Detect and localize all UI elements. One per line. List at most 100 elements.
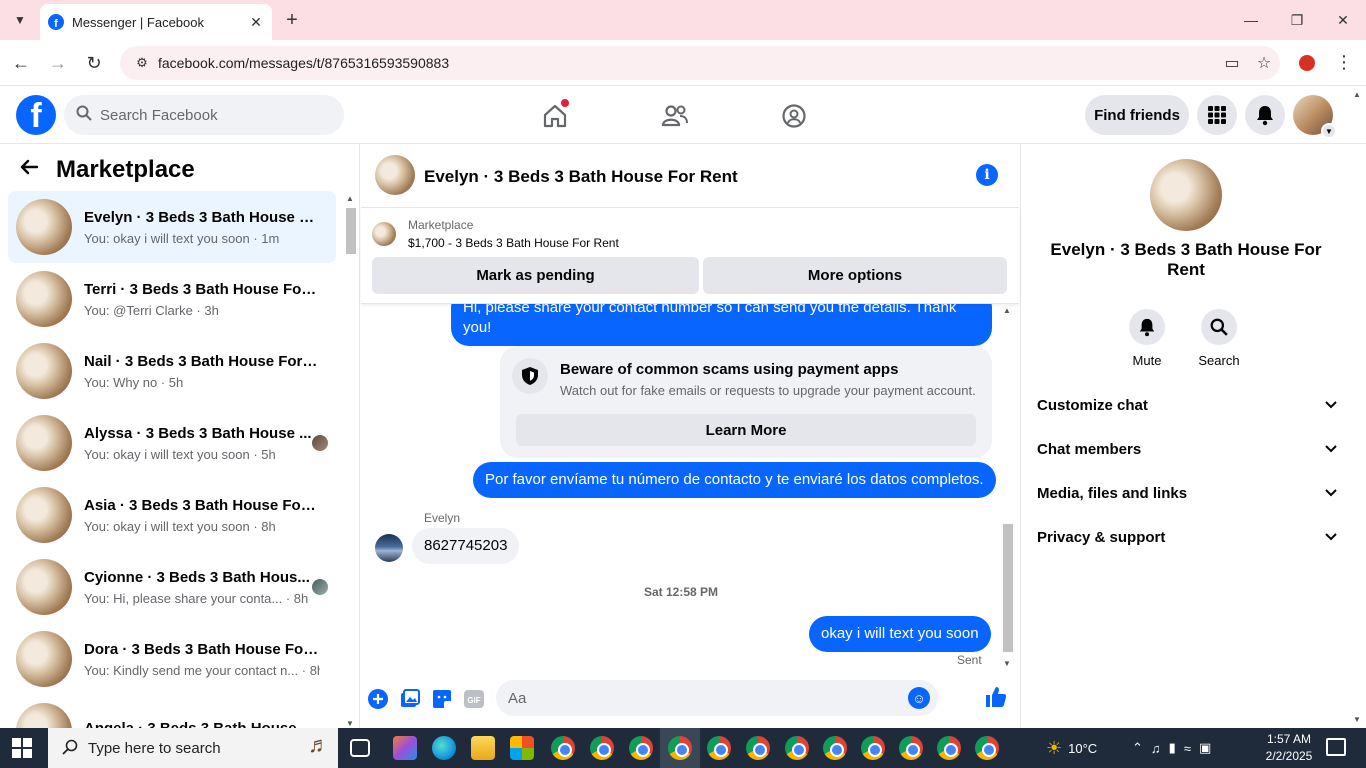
omnibox[interactable]: ⚙ facebook.com/messages/t/87653165935908… <box>120 46 1280 80</box>
chat-avatar[interactable] <box>375 155 415 195</box>
taskbar-search-input[interactable] <box>88 739 268 757</box>
microsoft-store-icon[interactable] <box>510 736 534 760</box>
emoji-icon[interactable]: ☺ <box>908 687 930 709</box>
chrome-icon[interactable] <box>668 736 692 760</box>
scroll-up-icon[interactable]: ▲ <box>1353 90 1361 99</box>
tab-close-icon[interactable]: ✕ <box>246 14 266 31</box>
customize-chat-section[interactable]: Customize chat <box>1037 391 1337 419</box>
chrome-icon[interactable] <box>746 736 770 760</box>
privacy-support-section[interactable]: Privacy & support <box>1037 523 1337 551</box>
scrollbar-thumb[interactable] <box>1003 524 1013 652</box>
conversation-item[interactable]: Nail · 3 Beds 3 Bath House For R... You: … <box>8 335 336 407</box>
conversation-item[interactable]: Terri · 3 Beds 3 Bath House For ... You: … <box>8 263 336 335</box>
page-scrollbar[interactable]: ▲ ▼ <box>1351 86 1365 726</box>
scroll-down-icon[interactable]: ▼ <box>1003 659 1011 668</box>
add-plus-icon[interactable] <box>367 688 389 710</box>
reload-icon[interactable]: ↻ <box>81 50 107 76</box>
mute-button[interactable]: Mute <box>1117 309 1177 368</box>
chrome-icon[interactable] <box>861 736 885 760</box>
conversation-item[interactable]: Alyssa · 3 Beds 3 Bath House ... You: oka… <box>8 407 336 479</box>
chat-members-section[interactable]: Chat members <box>1037 435 1337 463</box>
listing-thumbnail[interactable] <box>372 222 396 246</box>
conversation-list-scrollbar[interactable]: ▲ ▼ <box>344 194 358 728</box>
scroll-down-icon[interactable]: ▼ <box>1353 715 1361 724</box>
chrome-icon[interactable] <box>975 736 999 760</box>
wifi-icon[interactable]: ≈ <box>1184 741 1199 756</box>
conversation-item[interactable]: Asia · 3 Beds 3 Bath House For ... You: o… <box>8 479 336 551</box>
search-in-conversation-button[interactable]: Search <box>1189 309 1249 368</box>
copilot-icon[interactable] <box>393 736 417 760</box>
back-arrow-icon[interactable] <box>20 158 39 181</box>
message-input[interactable] <box>508 689 888 707</box>
sender-avatar[interactable] <box>375 534 403 562</box>
new-tab-icon[interactable]: + <box>280 8 304 32</box>
chrome-icon[interactable] <box>551 736 575 760</box>
menu-grid-icon[interactable] <box>1197 95 1237 135</box>
forward-arrow-icon[interactable]: → <box>45 50 71 76</box>
outgoing-message[interactable]: Por favor envíame tu número de contacto … <box>473 462 996 498</box>
chrome-icon[interactable] <box>785 736 809 760</box>
window-close-icon[interactable]: ✕ <box>1320 8 1366 32</box>
message-input-box[interactable]: ☺ <box>496 680 938 716</box>
bookmark-star-icon[interactable]: ☆ <box>1248 53 1280 73</box>
browser-profile-icon[interactable] <box>1296 52 1318 74</box>
chrome-icon[interactable] <box>899 736 923 760</box>
groups-icon[interactable] <box>778 101 810 131</box>
restore-icon[interactable]: ❐ <box>1274 8 1320 32</box>
friends-icon[interactable] <box>659 101 691 131</box>
home-icon[interactable] <box>539 99 571 131</box>
conversation-item[interactable]: Dora · 3 Beds 3 Bath House For ... You: K… <box>8 623 336 695</box>
edge-browser-icon[interactable] <box>432 736 456 760</box>
scroll-down-icon[interactable]: ▼ <box>346 719 354 728</box>
find-friends-button[interactable]: Find friends <box>1085 95 1189 135</box>
photo-icon[interactable] <box>399 688 421 710</box>
chrome-icon[interactable] <box>590 736 614 760</box>
chrome-icon[interactable] <box>937 736 961 760</box>
back-arrow-icon[interactable]: ← <box>8 50 34 76</box>
site-info-icon[interactable]: ⚙ <box>128 55 156 71</box>
install-app-icon[interactable]: ▭ <box>1216 53 1248 73</box>
browser-menu-icon[interactable]: ⋮ <box>1334 52 1354 73</box>
account-avatar[interactable]: ▼ <box>1293 95 1337 139</box>
media-files-links-section[interactable]: Media, files and links <box>1037 479 1337 507</box>
gif-icon[interactable]: GIF <box>463 688 485 710</box>
conversation-item[interactable]: Cyionne · 3 Beds 3 Bath Hous... You: Hi, … <box>8 551 336 623</box>
chrome-icon[interactable] <box>823 736 847 760</box>
notifications-bell-icon[interactable] <box>1245 95 1285 135</box>
minimize-icon[interactable]: — <box>1228 8 1274 32</box>
more-options-button[interactable]: More options <box>703 257 1007 294</box>
scroll-up-icon[interactable]: ▲ <box>1003 306 1011 315</box>
facebook-search-input[interactable] <box>100 106 320 124</box>
volume-icon[interactable]: ♫ <box>1151 741 1169 756</box>
task-view-icon[interactable] <box>350 739 370 757</box>
outgoing-message[interactable]: Hi, please share your contact number so … <box>451 304 992 346</box>
tab-search-chevron-icon[interactable]: ▼ <box>8 8 32 32</box>
chevron-up-icon[interactable]: ⌃ <box>1132 740 1151 756</box>
chrome-icon[interactable] <box>707 736 731 760</box>
battery-icon[interactable]: ▮ <box>1169 740 1184 756</box>
taskbar-search-box[interactable]: ♬ <box>48 728 338 768</box>
conversation-item[interactable]: Evelyn · 3 Beds 3 Bath House Fo... You: o… <box>8 191 336 263</box>
outgoing-message[interactable]: okay i will text you soon <box>809 616 991 652</box>
info-icon[interactable]: i <box>976 164 998 186</box>
notification-center-icon[interactable] <box>1326 738 1346 756</box>
learn-more-button[interactable]: Learn More <box>516 414 976 446</box>
search-highlight-gramophone-icon[interactable]: ♬ <box>308 732 330 758</box>
conversation-item[interactable]: Angela · 3 Beds 3 Bath House... <box>8 695 336 728</box>
chat-title[interactable]: Evelyn · 3 Beds 3 Bath House For Rent <box>424 167 738 187</box>
taskbar-clock[interactable]: 1:57 AM 2/2/2025 <box>1256 731 1322 765</box>
browser-tab-messenger[interactable]: f Messenger | Facebook ✕ <box>40 4 272 40</box>
facebook-search-box[interactable] <box>64 95 344 135</box>
incoming-message[interactable]: 8627745203 <box>412 528 520 564</box>
url-text[interactable]: facebook.com/messages/t/8765316593590883 <box>158 55 1216 71</box>
mark-as-pending-button[interactable]: Mark as pending <box>372 257 699 294</box>
scroll-up-icon[interactable]: ▲ <box>346 194 354 203</box>
phone-link-icon[interactable]: ▣ <box>1199 740 1219 756</box>
windows-start-icon[interactable] <box>12 738 34 758</box>
listing-price-title[interactable]: $1,700 - 3 Beds 3 Bath House For Rent <box>408 236 619 250</box>
weather-widget[interactable]: ☀ 10°C <box>1046 728 1097 768</box>
system-tray-icons[interactable]: ⌃ ♫ ▮ ≈ ▣ <box>1132 728 1219 768</box>
scrollbar-thumb[interactable] <box>346 208 356 254</box>
message-thread-scrollbar[interactable]: ▲ ▼ <box>1001 304 1015 668</box>
chrome-icon[interactable] <box>629 736 653 760</box>
